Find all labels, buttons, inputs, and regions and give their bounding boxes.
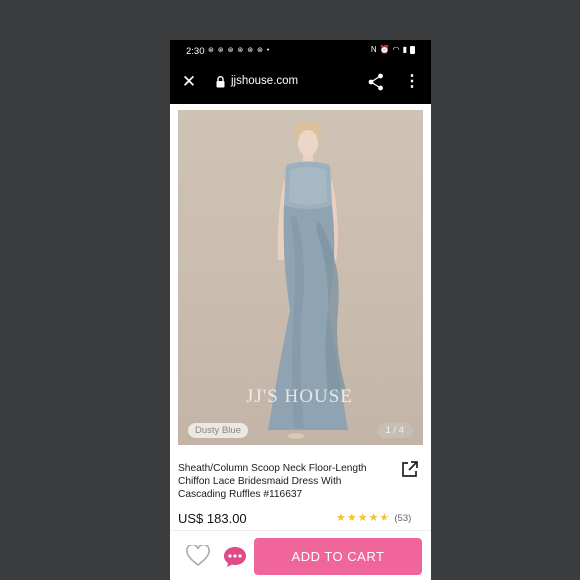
url-text[interactable]: jjshouse.com [231, 75, 298, 87]
product-title: Sheath/Column Scoop Neck Floor-Length Ch… [178, 463, 367, 501]
battery-icon [410, 45, 415, 54]
alarm-icon: ⏰ [379, 45, 390, 54]
browser-toolbar: ✕ jjshouse.com ⋮ [170, 62, 431, 104]
signal-icon: ▮ [402, 45, 407, 54]
notification-icons: ⊛ ⊛ ⊛ ⊛ ⊛ ⊛ • [208, 47, 271, 54]
wifi-icon: ◠ [392, 45, 400, 54]
half-star-icon: ★ [379, 512, 390, 524]
brand-watermark: JJ'S HOUSE [246, 386, 353, 407]
share-icon[interactable] [368, 73, 384, 91]
heart-icon[interactable] [186, 545, 210, 567]
close-icon[interactable]: ✕ [180, 73, 198, 91]
bottom-action-bar: ADD TO CART [170, 530, 431, 580]
more-vertical-icon[interactable]: ⋮ [404, 72, 420, 92]
phone-screen: 2:30 ⊛ ⊛ ⊛ ⊛ ⊛ ⊛ • N ⏰ ◠ ▮ ✕ jjshouse.co… [170, 40, 431, 580]
star-icon: ★ [336, 512, 346, 524]
status-time: 2:30 [186, 46, 205, 57]
external-link-icon[interactable] [401, 460, 419, 478]
star-rating[interactable]: ★ ★ ★ ★ ★ (53) [336, 512, 411, 525]
star-icon: ★ [357, 512, 368, 524]
lock-icon [216, 76, 225, 88]
system-icons: N ⏰ ◠ ▮ [371, 45, 415, 54]
review-count[interactable]: (53) [394, 513, 411, 524]
add-to-cart-button[interactable]: ADD TO CART [254, 538, 422, 575]
status-bar: 2:30 ⊛ ⊛ ⊛ ⊛ ⊛ ⊛ • N ⏰ ◠ ▮ [170, 40, 431, 62]
star-icon: ★ [346, 512, 357, 524]
product-price: US$ 183.00 [178, 511, 247, 526]
nfc-icon: N [370, 45, 377, 54]
star-icon: ★ [368, 512, 379, 524]
chat-icon[interactable] [223, 546, 247, 568]
image-counter: 1 / 4 [376, 423, 413, 438]
color-tag: Dusty Blue [188, 423, 248, 438]
product-image[interactable]: JJ'S HOUSE Dusty Blue 1 / 4 [178, 110, 423, 445]
